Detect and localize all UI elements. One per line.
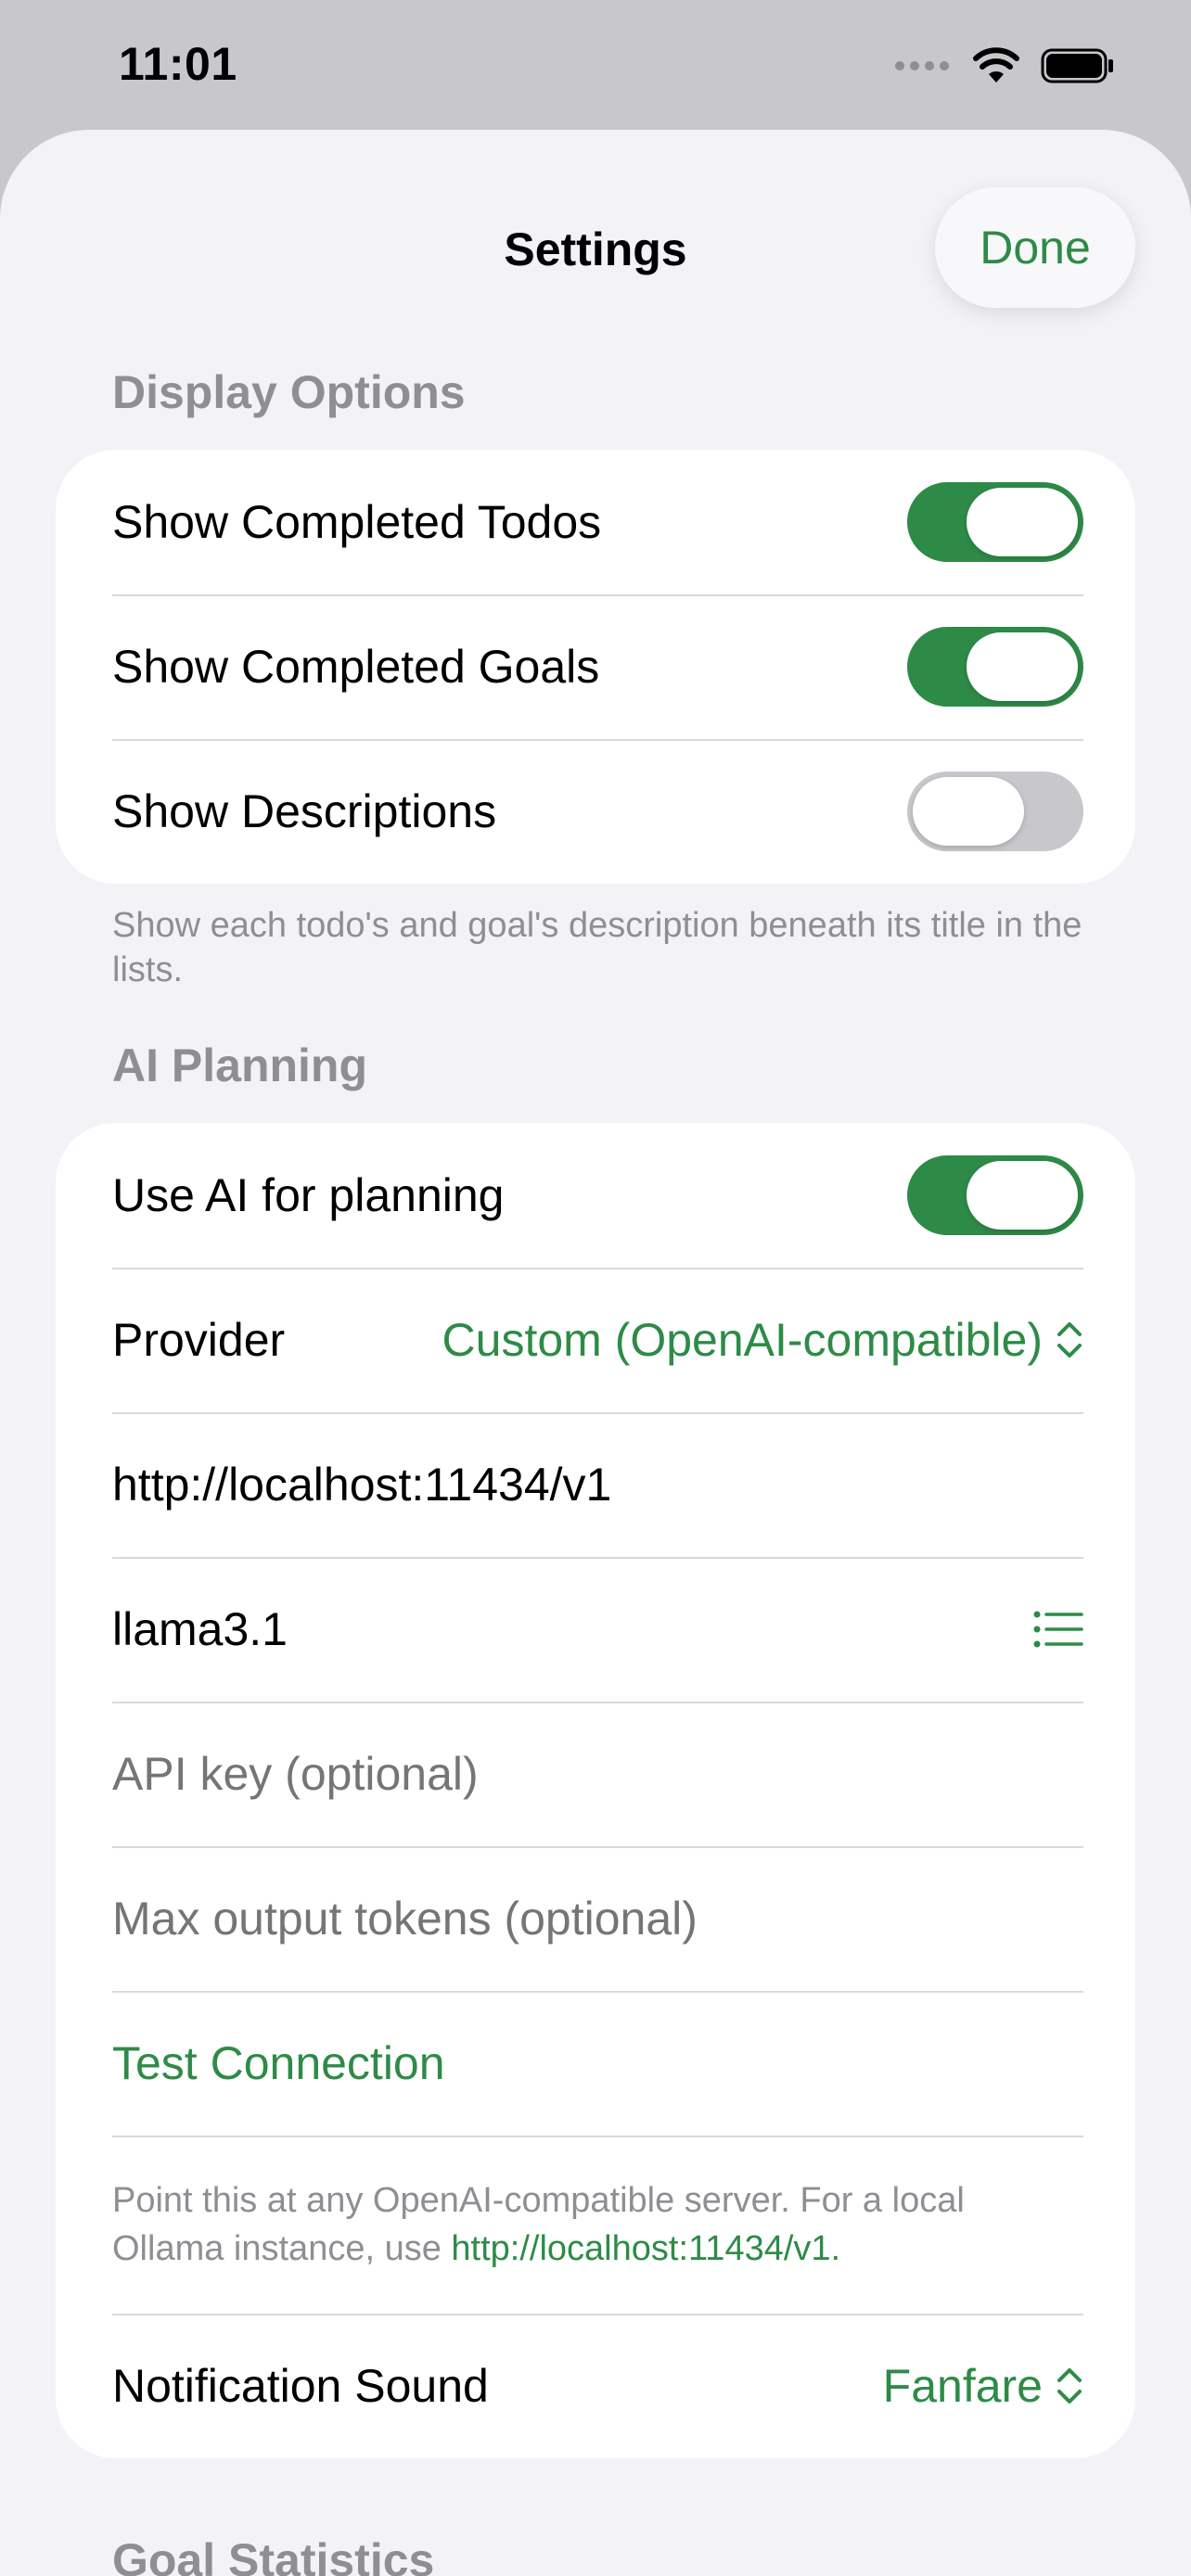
toggle-knob	[967, 1161, 1078, 1230]
show-completed-todos-row: Show Completed Todos	[56, 450, 1135, 594]
ai-note-end: .	[830, 2229, 841, 2268]
settings-sheet: Settings Done Display Options Show Compl…	[0, 130, 1191, 2576]
notification-sound-value: Fanfare	[882, 2360, 1043, 2412]
model-field[interactable]: llama3.1	[112, 1602, 1033, 1656]
toggle-knob	[967, 632, 1078, 701]
section-header-display-options: Display Options	[112, 366, 466, 418]
api-key-input[interactable]	[112, 1747, 1083, 1801]
model-row[interactable]: llama3.1	[56, 1557, 1135, 1702]
status-bar: 11:01	[0, 0, 1191, 130]
ai-planning-group: Use AI for planning Provider Custom (Ope…	[56, 1123, 1135, 2458]
show-descriptions-row: Show Descriptions	[56, 739, 1135, 884]
display-options-group: Show Completed Todos Show Completed Goal…	[56, 450, 1135, 884]
battery-icon	[1041, 48, 1113, 83]
ai-note: Point this at any OpenAI-compatible serv…	[112, 2176, 1083, 2273]
provider-picker[interactable]: Custom (OpenAI-compatible)	[442, 1313, 1083, 1367]
show-completed-todos-toggle[interactable]	[907, 482, 1083, 562]
notification-sound-row[interactable]: Notification Sound Fanfare	[56, 2314, 1135, 2458]
provider-label: Provider	[112, 1314, 286, 1366]
show-completed-goals-toggle[interactable]	[907, 627, 1083, 707]
ai-note-row: Point this at any OpenAI-compatible serv…	[56, 2136, 1135, 2314]
show-descriptions-label: Show Descriptions	[112, 785, 497, 837]
provider-value: Custom (OpenAI-compatible)	[442, 1314, 1043, 1366]
show-completed-goals-label: Show Completed Goals	[112, 641, 600, 693]
chevron-up-down-icon	[1057, 1322, 1082, 1358]
test-connection-row[interactable]: Test Connection	[56, 1991, 1135, 2136]
status-icons	[894, 43, 1115, 89]
show-descriptions-toggle[interactable]	[907, 772, 1083, 851]
chevron-up-down-icon	[1057, 2368, 1082, 2404]
show-completed-goals-row: Show Completed Goals	[56, 594, 1135, 739]
list-icon[interactable]	[1033, 1610, 1083, 1649]
max-tokens-input[interactable]	[112, 1892, 1083, 1945]
status-time: 11:01	[119, 38, 237, 90]
display-options-footer: Show each todo's and goal's description …	[112, 906, 1082, 989]
wifi-icon	[973, 47, 1019, 83]
toggle-knob	[967, 488, 1078, 556]
use-ai-toggle[interactable]	[907, 1155, 1083, 1235]
test-connection-button[interactable]: Test Connection	[112, 2036, 445, 2090]
section-header-ai-planning: AI Planning	[112, 1039, 367, 1091]
ai-note-link[interactable]: http://localhost:11434/v1	[451, 2229, 830, 2268]
provider-row[interactable]: Provider Custom (OpenAI-compatible)	[56, 1268, 1135, 1412]
show-completed-todos-label: Show Completed Todos	[112, 496, 602, 548]
section-header-goal-statistics: Goal Statistics	[112, 2534, 435, 2576]
api-key-row[interactable]	[56, 1702, 1135, 1846]
cellular-icon	[895, 61, 949, 70]
use-ai-row: Use AI for planning	[56, 1123, 1135, 1268]
done-button[interactable]: Done	[935, 187, 1135, 308]
base-url-field[interactable]: http://localhost:11434/v1	[112, 1458, 1083, 1511]
use-ai-label: Use AI for planning	[112, 1169, 505, 1221]
notification-sound-label: Notification Sound	[112, 2360, 489, 2412]
notification-sound-picker[interactable]: Fanfare	[883, 2359, 1083, 2413]
base-url-row[interactable]: http://localhost:11434/v1	[56, 1412, 1135, 1557]
max-tokens-row[interactable]	[56, 1846, 1135, 1991]
toggle-knob	[913, 777, 1024, 846]
